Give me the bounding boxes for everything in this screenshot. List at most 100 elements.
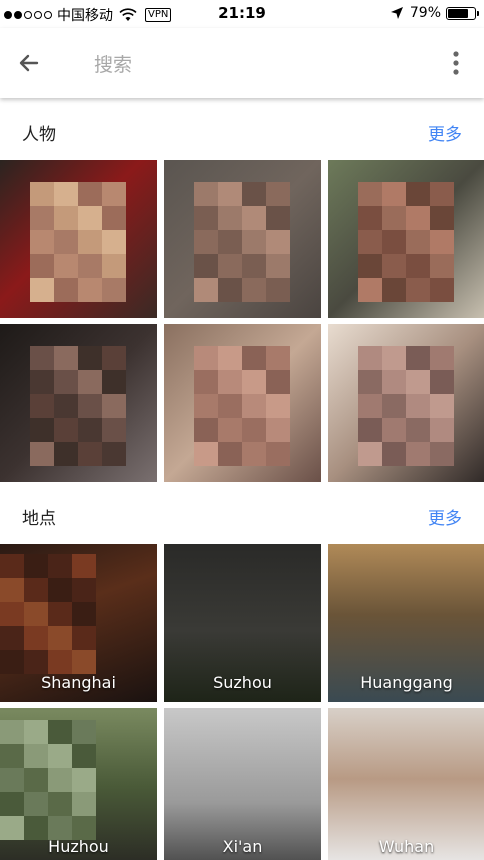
status-right: 79% — [390, 5, 479, 21]
pixelated-face-block — [266, 442, 290, 466]
pixelated-face-block — [102, 230, 126, 254]
place-label: Huanggang — [360, 673, 453, 692]
place-label: Shanghai — [41, 673, 116, 692]
pixelated-face-block — [48, 768, 72, 792]
pixelated-face-block — [102, 278, 126, 302]
pixelated-face-block — [30, 278, 54, 302]
pixelated-face-block — [54, 346, 78, 370]
place-tile[interactable]: Wuhan — [328, 708, 484, 860]
pixelated-face-block — [382, 230, 406, 254]
pixelated-face-block — [48, 626, 72, 650]
pixelated-face-block — [242, 182, 266, 206]
pixelated-face-block — [24, 768, 48, 792]
more-vertical-icon[interactable] — [446, 50, 466, 76]
pixelated-face-block — [358, 370, 382, 394]
pixelated-face-block — [382, 418, 406, 442]
pixelated-face-block — [358, 394, 382, 418]
pixelated-face-block — [72, 720, 96, 744]
pixelated-face-block — [266, 230, 290, 254]
person-tile[interactable] — [328, 160, 484, 318]
pixelated-face-block — [194, 370, 218, 394]
person-tile[interactable] — [0, 324, 157, 482]
places-more-link[interactable]: 更多 — [428, 504, 462, 529]
pixelated-face-block — [72, 744, 96, 768]
pixelated-face-block — [266, 182, 290, 206]
pixelated-face-block — [218, 254, 242, 278]
pixelated-face-block — [24, 602, 48, 626]
pixelated-face-block — [266, 254, 290, 278]
pixelated-face-block — [266, 346, 290, 370]
place-tile[interactable]: Huzhou — [0, 708, 157, 860]
pixelated-face-block — [48, 792, 72, 816]
person-tile[interactable] — [0, 160, 157, 318]
person-tile[interactable] — [328, 324, 484, 482]
pixelated-face-block — [30, 346, 54, 370]
place-tile[interactable]: Suzhou — [164, 544, 321, 702]
pixelated-face-block — [78, 278, 102, 302]
pixelated-face-block — [0, 792, 24, 816]
search-header — [0, 28, 484, 98]
pixelated-face-block — [72, 650, 96, 674]
pixelated-face-block — [406, 442, 430, 466]
battery-percentage: 79% — [409, 5, 441, 21]
pixelated-face-block — [24, 650, 48, 674]
pixelated-face-block — [382, 394, 406, 418]
places-section-title: 地点 — [22, 509, 56, 529]
pixelated-face-block — [0, 650, 24, 674]
pixelated-face-block — [406, 206, 430, 230]
back-arrow-icon[interactable] — [14, 48, 44, 78]
pixelated-face-block — [24, 626, 48, 650]
pixelated-face-block — [48, 744, 72, 768]
pixelated-face-block — [78, 394, 102, 418]
pixelated-face-block — [266, 278, 290, 302]
pixelated-face-block — [30, 442, 54, 466]
pixelated-face-block — [48, 578, 72, 602]
pixelated-face-block — [358, 278, 382, 302]
places-section-header: 地点 更多 — [0, 490, 484, 540]
pixelated-face-block — [406, 418, 430, 442]
pixelated-face-block — [406, 230, 430, 254]
pixelated-face-block — [72, 626, 96, 650]
pixelated-face-block — [406, 278, 430, 302]
pixelated-face-block — [72, 768, 96, 792]
place-label: Suzhou — [213, 673, 272, 692]
people-section-title: 人物 — [22, 125, 56, 145]
pixelated-face-block — [30, 418, 54, 442]
people-grid — [0, 160, 484, 482]
pixelated-face-block — [242, 418, 266, 442]
pixelated-face-block — [54, 278, 78, 302]
pixelated-face-block — [78, 442, 102, 466]
pixelated-face-block — [382, 370, 406, 394]
search-input[interactable] — [94, 50, 394, 80]
pixelated-face-block — [194, 394, 218, 418]
pixelated-face-block — [430, 346, 454, 370]
place-tile[interactable]: Shanghai — [0, 544, 157, 702]
pixelated-face-block — [430, 182, 454, 206]
pixelated-face-block — [382, 182, 406, 206]
pixelated-face-block — [266, 370, 290, 394]
pixelated-face-block — [0, 554, 24, 578]
pixelated-face-block — [430, 254, 454, 278]
place-tile[interactable]: Xi'an — [164, 708, 321, 860]
pixelated-face-block — [102, 394, 126, 418]
pixelated-face-block — [242, 370, 266, 394]
person-tile[interactable] — [164, 160, 321, 318]
pixelated-face-block — [382, 254, 406, 278]
people-more-link[interactable]: 更多 — [428, 120, 462, 145]
pixelated-face-block — [218, 370, 242, 394]
pixelated-face-block — [72, 578, 96, 602]
pixelated-face-block — [0, 578, 24, 602]
pixelated-face-block — [102, 346, 126, 370]
pixelated-face-block — [406, 346, 430, 370]
pixelated-face-block — [406, 370, 430, 394]
pixelated-face-block — [78, 230, 102, 254]
pixelated-face-block — [242, 254, 266, 278]
pixelated-face-block — [54, 206, 78, 230]
pixelated-face-block — [218, 442, 242, 466]
pixelated-face-block — [406, 182, 430, 206]
pixelated-face-block — [358, 442, 382, 466]
place-tile[interactable]: Huanggang — [328, 544, 484, 702]
pixelated-face-block — [266, 206, 290, 230]
person-tile[interactable] — [164, 324, 321, 482]
pixelated-face-block — [358, 206, 382, 230]
